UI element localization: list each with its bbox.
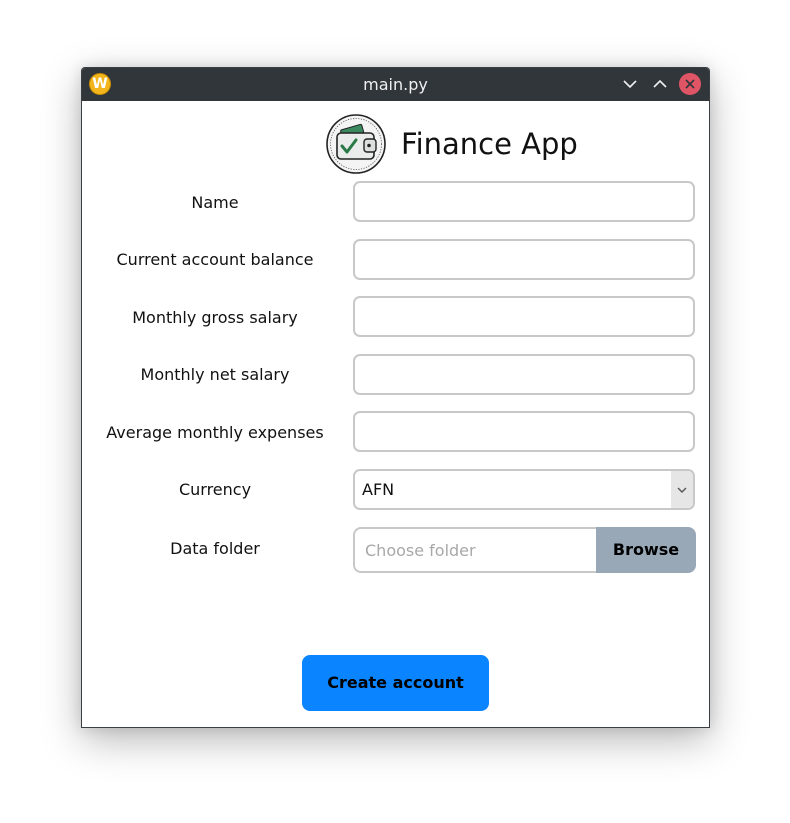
chevron-up-icon	[653, 79, 667, 88]
data-folder-label: Data folder	[170, 539, 260, 558]
close-button[interactable]	[679, 73, 701, 95]
net-salary-label: Monthly net salary	[140, 365, 290, 384]
browse-button[interactable]: Browse	[596, 527, 696, 573]
currency-label: Currency	[178, 480, 252, 499]
name-label: Name	[191, 193, 239, 212]
data-folder-picker: Browse	[353, 527, 696, 573]
gross-salary-label: Monthly gross salary	[132, 308, 298, 327]
wallet-check-icon	[326, 114, 386, 174]
page-title: Finance App	[401, 127, 578, 161]
app-window: W main.py Finance App Name Current accou…	[81, 67, 710, 728]
name-field[interactable]	[353, 181, 695, 222]
balance-field[interactable]	[353, 239, 695, 280]
form-content: Finance App Name Current account balance…	[82, 101, 709, 727]
folder-path-input[interactable]	[353, 527, 597, 573]
balance-label: Current account balance	[116, 250, 314, 269]
window-title: main.py	[363, 75, 428, 94]
chevron-down-icon	[677, 487, 687, 493]
currency-select[interactable]: AFN	[353, 469, 695, 510]
net-salary-field[interactable]	[353, 354, 695, 395]
currency-selected-value: AFN	[362, 480, 395, 499]
gross-salary-field[interactable]	[353, 296, 695, 337]
minimize-button[interactable]	[619, 73, 641, 95]
desktop: W main.py Finance App Name Current accou…	[0, 0, 790, 823]
close-icon	[685, 79, 695, 89]
app-header: Finance App	[326, 113, 578, 175]
maximize-button[interactable]	[649, 73, 671, 95]
create-account-button[interactable]: Create account	[302, 655, 489, 711]
expenses-label: Average monthly expenses	[106, 423, 324, 442]
expenses-field[interactable]	[353, 411, 695, 452]
chevron-down-icon	[623, 80, 637, 89]
currency-dropdown-button[interactable]	[671, 471, 693, 508]
title-bar[interactable]: W main.py	[82, 68, 709, 101]
